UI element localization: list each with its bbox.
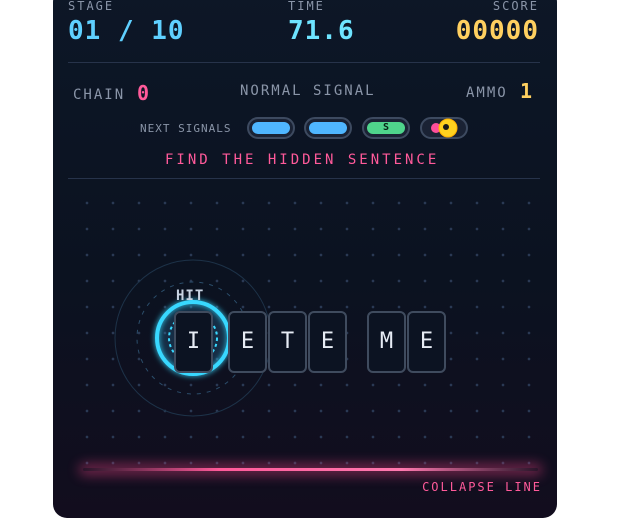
score-label: SCORE	[492, 0, 539, 13]
letter-tile[interactable]: E	[228, 311, 267, 373]
chain-value: 0	[137, 81, 150, 105]
time-label: TIME	[288, 0, 325, 13]
signal-mode: NORMAL SIGNAL	[240, 83, 376, 99]
hit-label: HIT	[176, 288, 205, 304]
collapse-line	[83, 468, 538, 471]
score-value: 00000	[455, 16, 539, 46]
next-signal-1	[247, 117, 295, 139]
instruction-text: FIND THE HIDDEN SENTENCE	[165, 152, 440, 168]
letter-tile[interactable]: T	[268, 311, 307, 373]
chain-label: CHAIN	[73, 87, 126, 103]
ammo-label: AMMO	[466, 85, 508, 101]
collapse-line-label: COLLAPSE LINE	[422, 480, 542, 494]
letter-tile[interactable]: I	[174, 311, 213, 373]
bomb-signal-icon	[431, 118, 458, 138]
letter-tile[interactable]: M	[367, 311, 406, 373]
letter-tile[interactable]: E	[308, 311, 347, 373]
hud-divider	[68, 62, 540, 63]
game-panel: STAGE 01 / 10 TIME 71.6 SCORE 00000 CHAI…	[53, 0, 557, 518]
time-value: 71.6	[288, 16, 355, 46]
next-signal-4	[420, 117, 468, 139]
next-signals-label: NEXT SIGNALS	[140, 122, 232, 135]
next-signal-3: S	[362, 117, 410, 139]
stage-label: STAGE	[68, 0, 115, 13]
stage-value: 01 / 10	[68, 16, 185, 46]
next-signal-2	[304, 117, 352, 139]
letter-tile[interactable]: E	[407, 311, 446, 373]
board-divider	[68, 178, 540, 179]
ammo-value: 1	[520, 79, 533, 103]
